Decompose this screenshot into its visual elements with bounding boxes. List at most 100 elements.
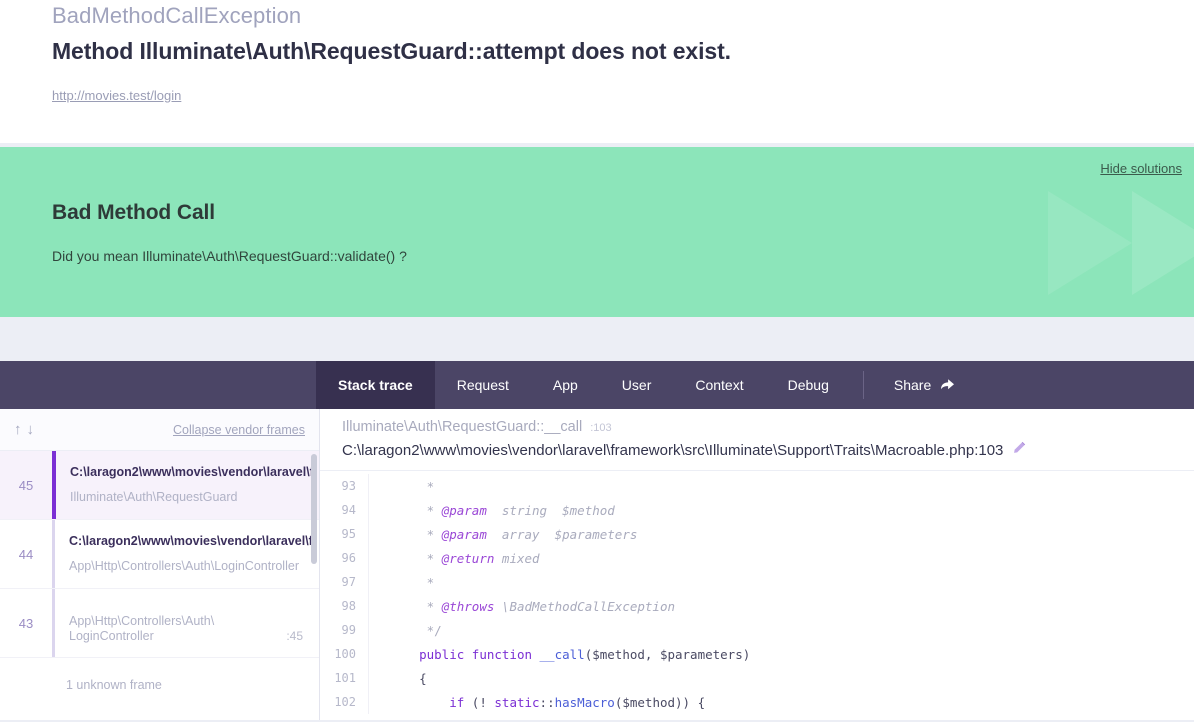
section-spacer: [0, 317, 1194, 361]
code-line-text: * @param array $parameters: [369, 526, 638, 542]
code-panel-header: Illuminate\Auth\RequestGuard::__call :10…: [320, 409, 1194, 471]
code-line: 99 */: [320, 618, 1194, 642]
frame-path: C:\laragon2\www\movies\vendor\laravel\fr…: [70, 465, 311, 479]
code-line-text: public function __call($method, $paramet…: [369, 647, 750, 662]
code-line-text: {: [369, 671, 427, 686]
code-line: 98 * @throws \BadMethodCallException: [320, 594, 1194, 618]
nav-divider: [862, 371, 864, 399]
code-token: *: [426, 598, 442, 614]
frame-number: 44: [18, 546, 34, 562]
tab-user[interactable]: User: [600, 361, 674, 409]
solution-title: Bad Method Call: [52, 201, 216, 224]
code-token: public function: [419, 646, 540, 662]
code-token: */: [426, 622, 442, 638]
code-token: (!: [464, 694, 495, 710]
tab-app[interactable]: App: [531, 361, 600, 409]
arrow-up-icon[interactable]: ↑: [14, 421, 22, 438]
share-arrow-icon: [940, 377, 955, 394]
frame-number: 43: [18, 615, 34, 631]
exception-message: Method Illuminate\Auth\RequestGuard::att…: [52, 38, 731, 64]
frame-number: 45: [18, 477, 34, 493]
code-line: 94 * @param string $method: [320, 498, 1194, 522]
collapse-vendor-frames-link[interactable]: Collapse vendor frames: [173, 423, 305, 437]
tab-request[interactable]: Request: [435, 361, 531, 409]
frame-class: Illuminate\Auth\RequestGuard: [70, 490, 238, 504]
frame-row-44[interactable]: 44 C:\laragon2\www\movies\vendor\laravel…: [0, 520, 319, 589]
hide-solutions-link[interactable]: Hide solutions: [1100, 161, 1182, 176]
code-token: {: [389, 670, 427, 686]
exception-class: BadMethodCallException: [52, 3, 302, 28]
share-button[interactable]: Share: [876, 361, 973, 409]
code-line-text: */: [369, 623, 442, 638]
code-token: *: [426, 550, 442, 566]
code-token: hasMacro: [554, 694, 615, 710]
code-token: ($method, $parameters): [584, 646, 751, 662]
solution-description: Did you mean Illuminate\Auth\RequestGuar…: [52, 248, 407, 264]
code-token: mixed: [494, 550, 540, 566]
solution-panel: Hide solutions Bad Method Call Did you m…: [0, 147, 1194, 317]
code-line-number: 94: [341, 503, 356, 517]
share-label: Share: [893, 377, 932, 393]
code-token: string $method: [486, 502, 615, 518]
content-panels: ↑ ↓ Collapse vendor frames 45 C:\laragon…: [0, 409, 1194, 720]
code-token: *: [426, 478, 435, 494]
code-line-number: 98: [341, 599, 356, 613]
code-panel: Illuminate\Auth\RequestGuard::__call :10…: [320, 409, 1194, 720]
code-token: @param: [441, 526, 487, 542]
code-line-number: 97: [341, 575, 356, 589]
unknown-frame-row: 1 unknown frame: [66, 678, 162, 692]
tab-stack-trace[interactable]: Stack trace: [316, 361, 435, 409]
code-token: @return: [441, 550, 495, 566]
code-line-number: 95: [341, 527, 356, 541]
tab-context[interactable]: Context: [673, 361, 765, 409]
frame-class: App\Http\Controllers\Auth\ LoginControll…: [69, 613, 215, 643]
code-line: 93 *: [320, 474, 1194, 498]
solution-decoration-back: [1048, 191, 1132, 295]
code-line-number: 99: [341, 623, 356, 637]
arrow-down-icon[interactable]: ↓: [27, 421, 35, 438]
code-header-file-path: C:\laragon2\www\movies\vendor\laravel\fr…: [342, 441, 1004, 459]
code-token: ::: [539, 694, 555, 710]
frame-body: C:\laragon2\www\movies\vendor\laravel\fr…: [56, 451, 319, 519]
pencil-icon[interactable]: [1012, 441, 1026, 459]
code-line-text: *: [369, 478, 435, 494]
error-header: BadMethodCallException Method Illuminate…: [0, 0, 1194, 143]
frames-scrollbar[interactable]: [311, 454, 317, 564]
code-token: *: [426, 574, 435, 590]
code-line-text: if (! static::hasMacro($method)) {: [369, 695, 705, 710]
code-line-text: *: [369, 574, 435, 590]
code-token: __call: [539, 646, 585, 662]
code-line: 96 * @return mixed: [320, 546, 1194, 570]
code-line-number: 102: [334, 695, 356, 709]
code-header-class: Illuminate\Auth\RequestGuard::__call: [342, 419, 583, 435]
frame-row-45[interactable]: 45 C:\laragon2\www\movies\vendor\laravel…: [0, 451, 319, 520]
code-line: 102 if (! static::hasMacro($method)) {: [320, 690, 1194, 714]
sort-controls[interactable]: ↑ ↓: [14, 421, 34, 438]
tab-debug[interactable]: Debug: [766, 361, 851, 409]
frame-body: App\Http\Controllers\Auth\ LoginControll…: [55, 589, 319, 657]
solution-decoration-front: [1132, 191, 1194, 295]
code-token: ($method)) {: [614, 694, 706, 710]
frame-class: App\Http\Controllers\Auth\LoginControlle…: [69, 559, 299, 573]
code-line-number: 101: [334, 671, 356, 685]
frame-path: C:\laragon2\www\movies\vendor\laravel\fr…: [69, 534, 311, 548]
code-line: 95 * @param array $parameters: [320, 522, 1194, 546]
code-token: @throws: [441, 598, 495, 614]
code-header-file-row: C:\laragon2\www\movies\vendor\laravel\fr…: [342, 441, 1176, 459]
code-line: 101 {: [320, 666, 1194, 690]
code-line-number: 96: [341, 551, 356, 565]
code-token: @param: [441, 502, 487, 518]
code-token: static: [494, 694, 540, 710]
request-url-link[interactable]: http://movies.test/login: [52, 88, 181, 103]
code-line-text: * @param string $method: [369, 503, 615, 518]
frame-lineno: :45: [286, 629, 303, 643]
frame-row-43[interactable]: 43 App\Http\Controllers\Auth\ LoginContr…: [0, 589, 319, 658]
code-token: \BadMethodCallException: [494, 598, 676, 614]
